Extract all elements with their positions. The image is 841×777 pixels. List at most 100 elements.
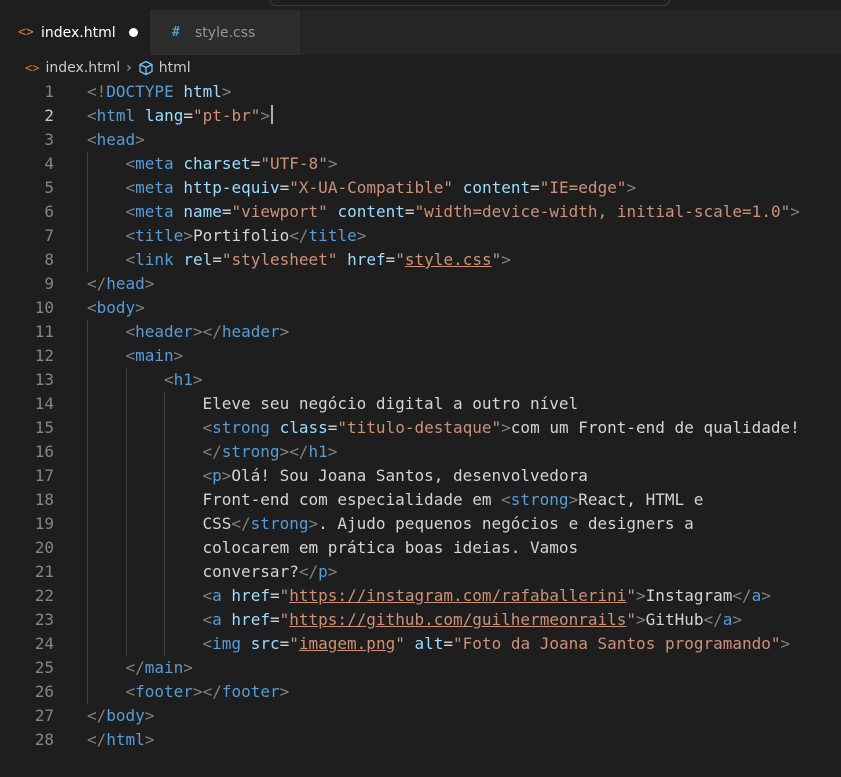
code-content: <meta http-equiv="X-UA-Compatible" conte… [126,176,637,200]
line-number: 8 [44,250,54,269]
code-line[interactable]: 9 </head> [0,272,841,296]
code-token: footer [135,682,193,701]
code-content: <a href="https://instagram.com/rafaballe… [203,584,771,608]
code-token[interactable]: imagem.png [299,634,395,653]
code-token: " [626,586,637,605]
code-content: </main> [126,656,193,680]
line-number: 26 [34,682,54,701]
code-line[interactable]: 2 <html lang="pt-br"> [0,104,841,128]
code-token: Olá! Sou Joana Santos, desenvolvedora [231,466,588,485]
code-token: = [250,154,261,173]
code-line[interactable]: 5 <meta http-equiv="X-UA-Compatible" cont… [0,176,841,200]
code-token: content [462,178,531,197]
line-number: 12 [34,346,54,365]
code-line[interactable]: 10 <body> [0,296,841,320]
code-line[interactable]: 12 <main> [0,344,841,368]
code-line[interactable]: 28 </html> [0,728,841,752]
code-token: ></ [192,682,222,701]
code-token: "Foto da Joana Santos programando" [453,634,781,653]
code-token: rel [183,250,213,269]
code-token: h1 [173,370,193,389]
code-token: > [260,106,271,125]
text-cursor [271,105,274,124]
code-token: header [221,322,280,341]
code-token: title [308,226,357,245]
code-content: </head> [87,272,154,296]
line-number: 16 [34,442,54,461]
indent-guide [164,392,165,656]
code-line[interactable]: 11 <header></header> [0,320,841,344]
code-token: href [231,586,270,605]
code-token: < [87,298,97,317]
code-token: > [327,442,338,461]
code-token: > [501,250,511,269]
code-content: </html> [87,728,154,752]
code-token[interactable]: style.css [405,250,492,269]
tab-bar: <> index.html # style.css [0,10,841,55]
code-line[interactable]: 1 <!DOCTYPE html> [0,80,841,104]
code-token: <! [87,82,107,101]
code-token[interactable]: https://instagram.com/rafaballerini [289,586,626,605]
code-line[interactable]: 25 </main> [0,656,841,680]
code-token: " [279,610,290,629]
code-token: name [183,202,222,221]
code-content: <link rel="stylesheet" href="style.css"> [126,248,511,272]
code-line[interactable]: 3 <head> [0,128,841,152]
css-file-icon: # [172,25,180,40]
command-center[interactable] [270,0,670,6]
code-content: Front-end com especialidade em <strong>R… [203,488,704,512]
unsaved-dot-icon[interactable] [128,28,138,37]
code-line[interactable]: 26 <footer></footer> [0,680,841,704]
breadcrumb-file[interactable]: index.html [45,60,120,76]
code-token: </ [125,658,145,677]
line-number: 21 [34,562,54,581]
code-token: > [568,490,579,509]
line-number: 24 [34,634,54,653]
line-number: 13 [34,370,54,389]
code-token: > [790,202,800,221]
code-token: Portifolio [192,226,290,245]
code-token: > [173,346,184,365]
code-line[interactable]: 4 <meta charset="UTF-8"> [0,152,841,176]
code-token: </ [231,514,251,533]
cube-icon [139,60,153,76]
line-number: 15 [34,418,54,437]
code-content: <footer></footer> [126,680,290,704]
code-line[interactable]: 27 </body> [0,704,841,728]
code-token: main [144,658,184,677]
code-token: = [327,418,338,437]
tab-index-html[interactable]: <> index.html [0,10,150,55]
code-token: html [106,730,145,749]
code-token: > [135,298,145,317]
code-token: > [135,130,145,149]
code-token: Instagram [645,586,733,605]
code-token: " [491,250,502,269]
html-file-icon: <> [18,25,34,40]
breadcrumb-element[interactable]: html [159,60,191,76]
code-token: = [443,634,454,653]
code-token[interactable]: https://github.com/guilhermeonrails [289,610,626,629]
code-line[interactable]: 8 <link rel="stylesheet" href="style.css"… [0,248,841,272]
tab-style-css[interactable]: # style.css [150,10,300,55]
code-token: DOCTYPE [106,82,174,101]
code-token: </ [87,274,107,293]
code-token: a [212,610,222,629]
code-content: CSS</strong>. Ajudo pequenos negócios e … [203,512,694,536]
code-editor[interactable]: 1 <!DOCTYPE html> 2 <html lang="pt-br"> 3 <he… [0,80,841,777]
code-token: body [96,298,136,317]
code-token: > [183,226,193,245]
code-line[interactable]: 7 <title>Portifolio</title> [0,224,841,248]
code-line[interactable]: 6 <meta name="viewport" content="width=de… [0,200,841,224]
code-token: < [125,346,136,365]
code-token: < [125,226,136,245]
tab-label: index.html [41,24,116,41]
code-token: </ [87,706,107,725]
title-bar [0,0,841,10]
code-token: > [279,322,290,341]
